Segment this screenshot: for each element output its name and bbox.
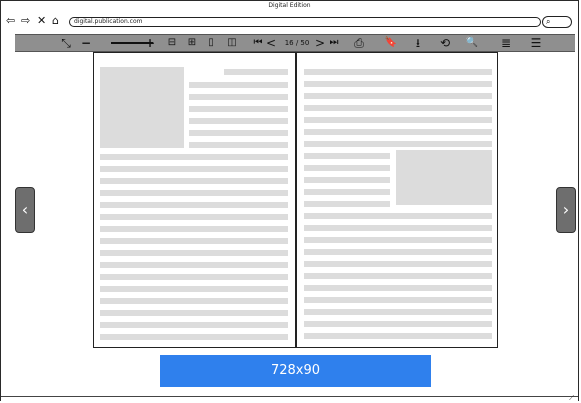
text-line xyxy=(189,106,288,112)
browser-bar: ⇦ ⇨ ✕ ⌂ digital.publication.com ⌕ xyxy=(1,11,578,35)
text-line xyxy=(304,129,492,135)
text-line xyxy=(304,165,390,171)
browser-search-field[interactable]: ⌕ xyxy=(542,16,572,28)
zoom-out-button[interactable]: − xyxy=(79,35,93,51)
text-line xyxy=(100,274,288,280)
double-page-icon[interactable]: ◫ xyxy=(225,35,239,51)
text-line xyxy=(304,141,492,147)
text-line xyxy=(304,69,492,75)
text-line xyxy=(100,250,288,256)
reader-toolbar: ⤡ − + ⊟ ⊞ ▯ ◫ ⏮ < 16 / 50 > ⏭ ⎙ 🔖 ⭳ ⟲ 🔍 … xyxy=(15,34,575,52)
text-line xyxy=(304,105,492,111)
zoom-in-button[interactable]: + xyxy=(143,35,157,51)
text-line xyxy=(100,226,288,232)
menu-icon[interactable]: ☰ xyxy=(529,35,543,51)
back-arrow-icon[interactable]: ⇦ xyxy=(6,14,15,28)
text-line xyxy=(304,93,492,99)
browser-window: Digital Edition ⇦ ⇨ ✕ ⌂ digital.publicat… xyxy=(0,0,579,403)
text-line xyxy=(189,118,288,124)
text-line xyxy=(304,117,492,123)
last-page-icon[interactable]: ⏭ xyxy=(327,35,341,51)
ad-banner[interactable]: 728x90 xyxy=(160,355,431,387)
page-viewer xyxy=(15,52,575,397)
text-line xyxy=(304,177,390,183)
text-line xyxy=(304,261,492,267)
text-line xyxy=(304,201,390,207)
share-icon[interactable]: ⟲ xyxy=(438,35,452,51)
toc-icon[interactable]: ≣ xyxy=(499,35,513,51)
text-line xyxy=(304,153,390,159)
text-line xyxy=(100,154,288,160)
text-line xyxy=(189,130,288,136)
fullscreen-icon[interactable]: ⤡ xyxy=(59,35,73,51)
text-line xyxy=(100,166,288,172)
url-input[interactable]: digital.publication.com xyxy=(69,17,541,27)
text-line xyxy=(304,273,492,279)
zoom-full-icon[interactable]: ⊞ xyxy=(185,35,199,51)
right-page[interactable] xyxy=(296,52,498,348)
search-icon[interactable]: 🔍 xyxy=(465,35,479,51)
text-line xyxy=(100,298,288,304)
image-placeholder xyxy=(396,150,492,205)
bookmark-icon[interactable]: 🔖 xyxy=(384,35,398,51)
next-page-icon[interactable]: > xyxy=(315,35,325,51)
text-line xyxy=(304,309,492,315)
search-icon: ⌕ xyxy=(546,17,551,26)
zoom-fit-icon[interactable]: ⊟ xyxy=(165,35,179,51)
prev-page-icon[interactable]: < xyxy=(266,35,276,51)
close-icon[interactable]: ✕ xyxy=(37,14,46,28)
text-line xyxy=(100,286,288,292)
first-page-icon[interactable]: ⏮ xyxy=(251,35,265,51)
text-line xyxy=(304,237,492,243)
text-line xyxy=(304,333,492,339)
text-line xyxy=(304,213,492,219)
resize-grip-icon[interactable]: ⟋ xyxy=(569,394,574,403)
text-line xyxy=(224,69,288,75)
text-line xyxy=(304,297,492,303)
text-line xyxy=(304,225,492,231)
text-line xyxy=(100,202,288,208)
forward-arrow-icon[interactable]: ⇨ xyxy=(21,14,30,28)
text-line xyxy=(100,322,288,328)
home-icon[interactable]: ⌂ xyxy=(52,14,59,28)
text-line xyxy=(100,178,288,184)
page-indicator: 16 / 50 xyxy=(284,39,310,47)
left-page[interactable] xyxy=(93,52,296,348)
text-line xyxy=(304,189,390,195)
text-line xyxy=(304,81,492,87)
download-icon[interactable]: ⭳ xyxy=(411,35,425,51)
print-icon[interactable]: ⎙ xyxy=(352,35,366,51)
text-line xyxy=(304,321,492,327)
status-bar: ⟋ xyxy=(1,394,578,403)
text-line xyxy=(100,190,288,196)
text-line xyxy=(100,334,288,340)
single-page-icon[interactable]: ▯ xyxy=(204,35,218,51)
text-line xyxy=(100,262,288,268)
window-title: Digital Edition xyxy=(268,2,311,9)
next-page-arrow[interactable]: › xyxy=(556,187,576,233)
text-line xyxy=(304,285,492,291)
prev-page-arrow[interactable]: ‹ xyxy=(15,187,35,233)
text-line xyxy=(189,82,288,88)
text-line xyxy=(100,310,288,316)
text-line xyxy=(100,214,288,220)
text-line xyxy=(189,94,288,100)
text-line xyxy=(189,142,288,148)
text-line xyxy=(100,238,288,244)
image-placeholder xyxy=(100,67,184,148)
text-line xyxy=(304,249,492,255)
